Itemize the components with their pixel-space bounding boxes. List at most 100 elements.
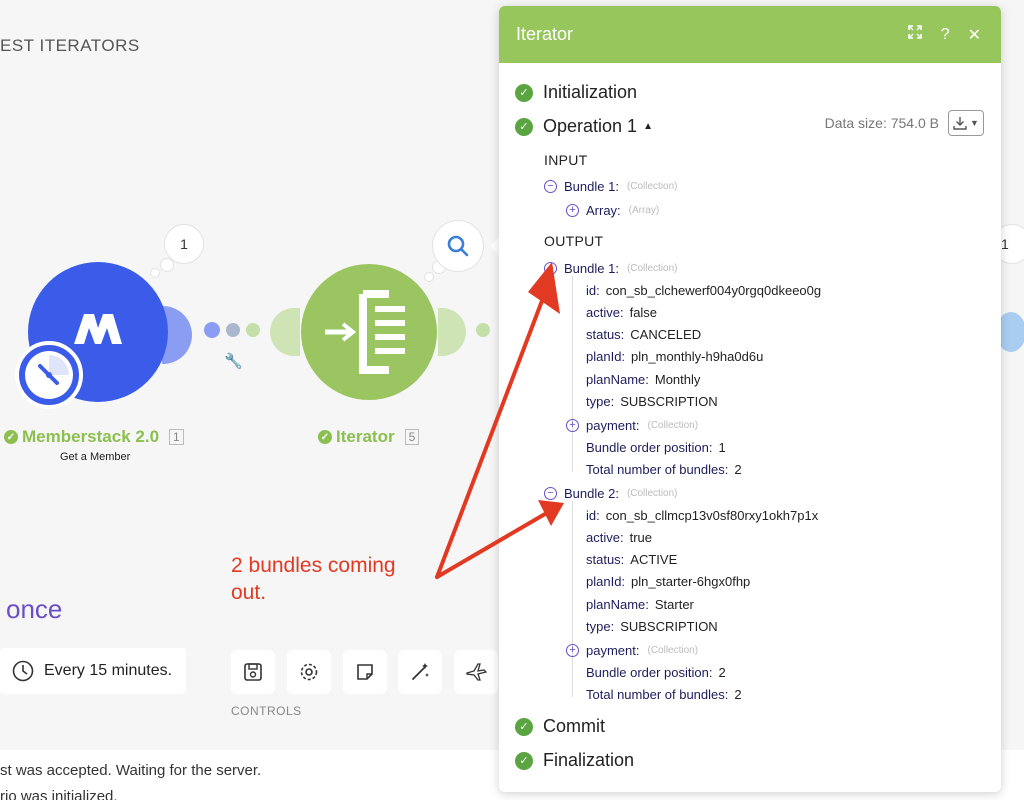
step-commit[interactable]: ✓ Commit bbox=[515, 716, 605, 737]
field-row: status: ACTIVE bbox=[586, 552, 677, 567]
field-key: planId: bbox=[586, 349, 626, 364]
field-row: active: true bbox=[586, 530, 652, 545]
schedule-clock-icon[interactable] bbox=[15, 341, 83, 409]
expand-icon[interactable]: + bbox=[566, 644, 579, 657]
field-row: type: SUBSCRIPTION bbox=[586, 394, 718, 409]
clock-icon bbox=[12, 660, 34, 682]
step-finalization[interactable]: ✓ Finalization bbox=[515, 750, 634, 771]
field-value: 2 bbox=[718, 665, 726, 680]
payment-row[interactable]: + payment: (Collection) bbox=[566, 418, 698, 433]
download-button[interactable]: ▼ bbox=[948, 110, 984, 136]
save-button[interactable] bbox=[231, 650, 275, 694]
success-check-icon: ✓ bbox=[515, 117, 533, 136]
field-value: pln_monthly-h9ha0d6u bbox=[631, 349, 764, 364]
field-value: true bbox=[629, 530, 652, 545]
module-id: 1 bbox=[169, 429, 184, 445]
explain-flow-button[interactable] bbox=[454, 650, 498, 694]
connector-dot bbox=[204, 322, 220, 338]
panel-header: Iterator ? ✕ bbox=[499, 6, 1001, 63]
notes-button[interactable] bbox=[343, 650, 387, 694]
field-value: false bbox=[629, 305, 658, 320]
scenario-title: EST ITERATORS bbox=[0, 36, 140, 55]
tree-guide-line bbox=[572, 501, 573, 697]
panel-title: Iterator bbox=[516, 24, 574, 44]
close-icon[interactable]: ✕ bbox=[968, 25, 981, 45]
input-section-label: INPUT bbox=[544, 152, 588, 168]
field-row: planId: pln_monthly-h9ha0d6u bbox=[586, 349, 763, 364]
field-value: SUBSCRIPTION bbox=[620, 619, 718, 634]
annotation-text: 2 bundles coming out. bbox=[231, 552, 396, 606]
check-icon: ✓ bbox=[318, 430, 332, 444]
field-key: active: bbox=[586, 305, 624, 320]
field-value: con_sb_clchewerf004y0rgq0dkeeo0g bbox=[605, 283, 822, 298]
success-check-icon: ✓ bbox=[515, 717, 533, 736]
output-bundle-row[interactable]: − Bundle 2: (Collection) bbox=[544, 486, 678, 501]
schedule-setting[interactable]: Every 15 minutes. bbox=[0, 648, 186, 694]
success-check-icon: ✓ bbox=[515, 751, 533, 770]
output-section-label: OUTPUT bbox=[544, 233, 604, 249]
step-operation-1[interactable]: ✓ Operation 1 ▲ bbox=[515, 116, 653, 137]
bundle-title: Bundle 1: bbox=[564, 261, 619, 276]
wrench-icon[interactable]: 🔧 bbox=[224, 352, 243, 370]
collapse-icon[interactable]: − bbox=[544, 180, 557, 193]
collapse-caret-icon[interactable]: ▲ bbox=[643, 121, 653, 132]
expand-icon[interactable]: + bbox=[566, 419, 579, 432]
step-label: Initialization bbox=[543, 82, 638, 102]
controls-label: CONTROLS bbox=[231, 704, 302, 718]
field-value: ACTIVE bbox=[630, 552, 678, 567]
field-key: status: bbox=[586, 552, 625, 567]
module-name: Iterator bbox=[336, 427, 395, 446]
tree-guide-line bbox=[572, 276, 573, 472]
step-label: Finalization bbox=[543, 750, 635, 770]
collapse-icon[interactable]: − bbox=[544, 487, 557, 500]
field-value: con_sb_cllmcp13v0sf80rxy1okh7p1x bbox=[605, 508, 819, 523]
iterator-icon bbox=[325, 290, 405, 374]
bundle-type: (Collection) bbox=[626, 181, 678, 192]
collapse-icon[interactable]: − bbox=[544, 262, 557, 275]
field-row: type: SUBSCRIPTION bbox=[586, 619, 718, 634]
field-key: Total number of bundles: bbox=[586, 462, 729, 477]
field-value: 2 bbox=[734, 462, 742, 477]
bundle-title: Bundle 1: bbox=[564, 179, 619, 194]
schedule-label: Every 15 minutes. bbox=[44, 662, 173, 679]
operations-count-bubble[interactable]: 1 bbox=[164, 224, 204, 264]
field-row: planName: Starter bbox=[586, 597, 694, 612]
field-row: Bundle order position: 1 bbox=[586, 440, 726, 455]
magic-wand-icon bbox=[412, 663, 429, 680]
inspect-bubble[interactable] bbox=[432, 220, 484, 272]
note-icon bbox=[357, 664, 373, 680]
field-key: Bundle order position: bbox=[586, 665, 713, 680]
field-value: SUBSCRIPTION bbox=[620, 394, 718, 409]
module-name: Memberstack 2.0 bbox=[22, 427, 160, 446]
auto-align-button[interactable] bbox=[398, 650, 442, 694]
expand-icon[interactable]: + bbox=[566, 204, 579, 217]
input-array-row[interactable]: + Array: (Array) bbox=[566, 203, 659, 218]
step-label: Operation 1 bbox=[543, 116, 638, 136]
module-connector-ear bbox=[270, 308, 300, 356]
field-value: Monthly bbox=[654, 372, 701, 387]
connector-dot bbox=[226, 323, 240, 337]
check-icon: ✓ bbox=[4, 430, 18, 444]
help-icon[interactable]: ? bbox=[941, 26, 950, 44]
settings-button[interactable] bbox=[287, 650, 331, 694]
run-once-button[interactable]: once bbox=[6, 594, 62, 625]
log-line: st was accepted. Waiting for the server. bbox=[0, 762, 262, 779]
bundle-type: (Collection) bbox=[626, 263, 678, 274]
output-bundle-row[interactable]: − Bundle 1: (Collection) bbox=[544, 261, 678, 276]
field-key: planName: bbox=[586, 372, 649, 387]
iterator-module[interactable] bbox=[301, 264, 437, 400]
step-initialization[interactable]: ✓ Initialization bbox=[515, 82, 637, 103]
gear-icon bbox=[300, 663, 318, 681]
field-value: pln_starter-6hgx0fhp bbox=[631, 574, 751, 589]
field-key: status: bbox=[586, 327, 625, 342]
expand-icon[interactable] bbox=[907, 24, 923, 45]
iterator-module-label: ✓ Iterator 5 bbox=[318, 427, 420, 447]
input-bundle-row[interactable]: − Bundle 1: (Collection) bbox=[544, 179, 678, 194]
field-type: (Collection) bbox=[647, 645, 699, 656]
connector-dot bbox=[476, 323, 490, 337]
field-row: planId: pln_starter-6hgx0fhp bbox=[586, 574, 750, 589]
payment-row[interactable]: + payment: (Collection) bbox=[566, 643, 698, 658]
field-row: id: con_sb_clchewerf004y0rgq0dkeeo0g bbox=[586, 283, 821, 298]
field-value: CANCELED bbox=[630, 327, 702, 342]
field-row: Total number of bundles: 2 bbox=[586, 687, 742, 702]
